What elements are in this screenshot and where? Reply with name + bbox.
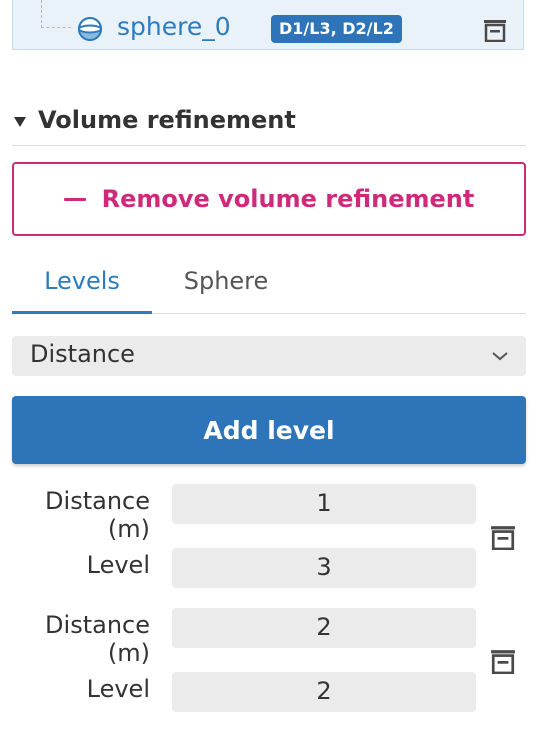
distance-input[interactable]: 1 [172, 484, 476, 524]
tree-connector-line [41, 0, 71, 28]
collapse-triangle-icon[interactable] [14, 116, 26, 128]
tree-item-sphere[interactable]: sphere_0 D1/L3, D2/L2 [12, 0, 524, 50]
remove-volume-refinement-button[interactable]: Remove volume refinement [12, 162, 526, 236]
trash-icon[interactable] [490, 524, 516, 550]
trash-icon[interactable] [490, 648, 516, 674]
refinement-type-select[interactable]: Distance [12, 336, 526, 376]
select-value: Distance [30, 340, 135, 368]
tab-levels[interactable]: Levels [12, 258, 152, 314]
tree-item-label: sphere_0 [117, 12, 231, 41]
remove-button-label: Remove volume refinement [101, 185, 475, 213]
add-level-button[interactable]: Add level [12, 396, 526, 464]
tab-bar: Levels Sphere [12, 258, 526, 314]
distance-label: Distance (m) [45, 611, 150, 667]
volume-refinement-header[interactable]: Volume refinement [12, 104, 526, 146]
minus-icon [63, 197, 86, 201]
chevron-down-icon [492, 352, 508, 361]
tab-sphere[interactable]: Sphere [162, 258, 290, 314]
level-input[interactable]: 2 [172, 672, 476, 712]
section-title: Volume refinement [38, 106, 296, 134]
level-label: Level [86, 551, 150, 579]
distance-label: Distance (m) [45, 487, 150, 543]
level-label: Level [86, 675, 150, 703]
refinement-badge: D1/L3, D2/L2 [271, 15, 402, 43]
sphere-icon [78, 17, 102, 41]
distance-input[interactable]: 2 [172, 608, 476, 648]
level-input[interactable]: 3 [172, 548, 476, 588]
trash-icon[interactable] [483, 18, 507, 42]
